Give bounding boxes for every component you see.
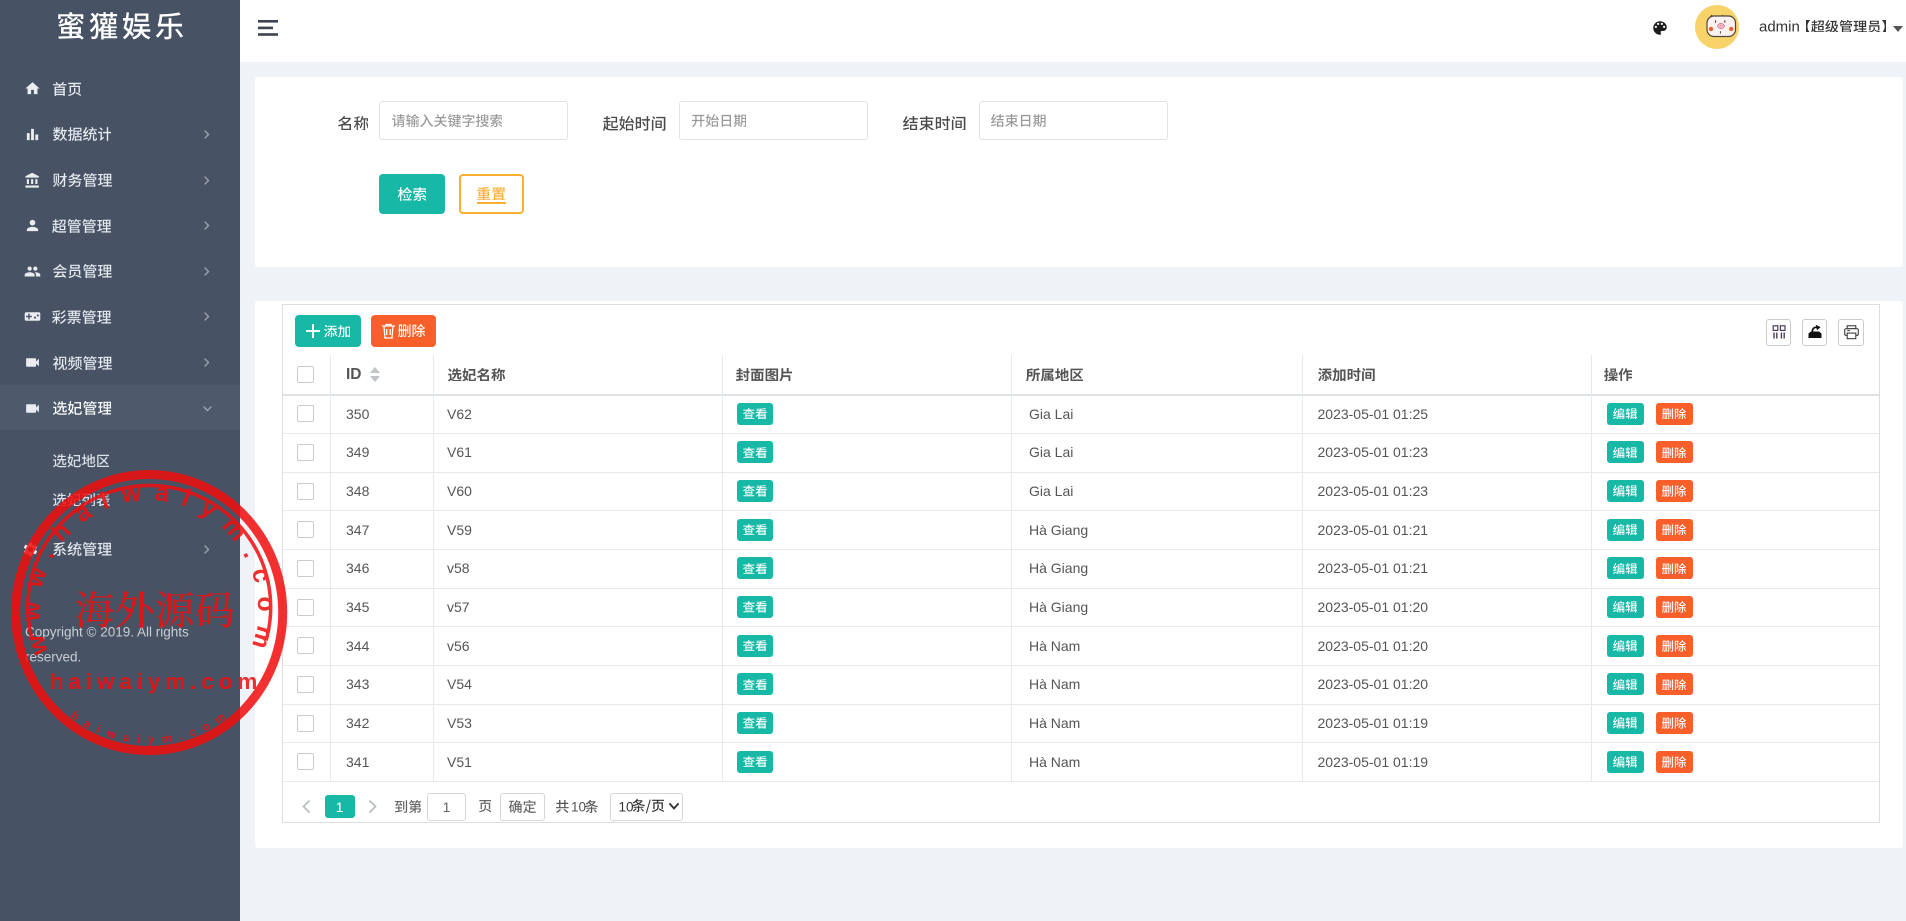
svg-text:haiwaiym.com: haiwaiym.com	[50, 669, 263, 694]
svg-text:www.haiwaiym.com: www.haiwaiym.com	[17, 478, 280, 665]
